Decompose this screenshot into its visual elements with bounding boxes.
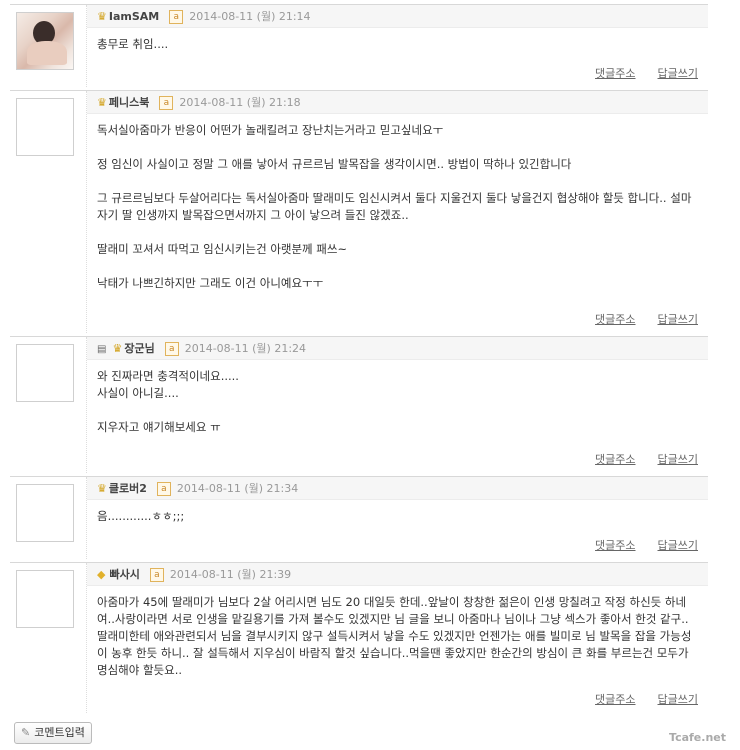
comment-text: 독서실아줌마가 반응이 어떤가 놀래킬려고 장난치는거라고 믿고싶네요ㅜ 정 임… bbox=[87, 114, 708, 292]
comment-line: 독서실아줌마가 반응이 어떤가 놀래킬려고 장난치는거라고 믿고싶네요ㅜ bbox=[97, 123, 444, 137]
comment-line: 낙태가 나쁘긴하지만 그래도 이건 아니예요ㅜㅜ bbox=[97, 276, 324, 290]
pencil-icon: ✎ bbox=[21, 726, 31, 739]
comment-line: 음............ㅎㅎ;;; bbox=[97, 509, 185, 523]
avatar[interactable] bbox=[16, 344, 74, 402]
comment-input-label: 코멘트입력 bbox=[34, 726, 85, 739]
comment-actions: 댓글주소 답글쓰기 bbox=[573, 451, 698, 467]
comment-header: ▤ ♛ 장군님 a 2014-08-11 (월) 21:24 bbox=[87, 337, 708, 360]
reply-link-button[interactable]: 댓글주소 bbox=[595, 67, 635, 80]
avatar[interactable] bbox=[16, 12, 74, 70]
comment-date: 2014-08-11 (월) 21:24 bbox=[184, 342, 307, 355]
author-name[interactable]: 장군님 bbox=[124, 342, 154, 355]
memo-icon[interactable]: ▤ bbox=[97, 339, 106, 361]
write-reply-button[interactable]: 답글쓰기 bbox=[658, 693, 698, 706]
level-icon: a bbox=[156, 481, 171, 496]
crown-icon: ♛ bbox=[97, 96, 107, 109]
crown-icon: ♛ bbox=[112, 342, 123, 355]
comment-date: 2014-08-11 (월) 21:18 bbox=[179, 96, 301, 109]
author-name[interactable]: 빠사시 bbox=[109, 568, 139, 581]
reply-link-button[interactable]: 댓글주소 bbox=[595, 453, 635, 466]
comment-body: ♛ 클로버2 a 2014-08-11 (월) 21:34 음............… bbox=[86, 477, 708, 559]
level-icon: a bbox=[169, 9, 184, 24]
level-icon: a bbox=[164, 341, 179, 356]
comment-line: 와 진짜라면 충격적이네요..... bbox=[97, 369, 239, 383]
comment-item: ♛ IamSAM a 2014-08-11 (월) 21:14 총무로 취임.... … bbox=[10, 4, 708, 87]
reply-link-button[interactable]: 댓글주소 bbox=[595, 693, 635, 706]
level-icon: a bbox=[159, 95, 174, 110]
reply-link-button[interactable]: 댓글주소 bbox=[595, 539, 635, 552]
comment-header: ♛ IamSAM a 2014-08-11 (월) 21:14 bbox=[87, 5, 708, 28]
write-reply-button[interactable]: 답글쓰기 bbox=[658, 67, 698, 80]
comment-line: 지우자고 얘기해보세요 ㅠ bbox=[97, 420, 221, 434]
comment-date: 2014-08-11 (월) 21:34 bbox=[176, 482, 299, 495]
comment-actions: 댓글주소 답글쓰기 bbox=[573, 537, 698, 553]
comment-header: ♛ 페니스북 a 2014-08-11 (월) 21:18 bbox=[87, 91, 708, 114]
comment-item: ♛ 클로버2 a 2014-08-11 (월) 21:34 음............… bbox=[10, 476, 708, 559]
avatar[interactable] bbox=[16, 570, 74, 628]
diamond-icon: ◆ bbox=[97, 568, 106, 581]
comment-actions: 댓글주소 답글쓰기 bbox=[573, 311, 698, 327]
comment-header: ♛ 클로버2 a 2014-08-11 (월) 21:34 bbox=[87, 477, 708, 500]
comment-text: 총무로 취임.... bbox=[87, 28, 708, 53]
author-name[interactable]: 클로버2 bbox=[109, 482, 147, 495]
comment-actions: 댓글주소 답글쓰기 bbox=[573, 65, 698, 81]
comment-body: ◆ 빠사시 a 2014-08-11 (월) 21:39 아줌마가 45에 딸래미가 … bbox=[86, 563, 708, 713]
comment-body: ♛ 페니스북 a 2014-08-11 (월) 21:18 독서실아줌마가 반응이 어… bbox=[86, 91, 708, 333]
comment-input-button[interactable]: ✎ 코멘트입력 bbox=[14, 722, 92, 744]
watermark: Tcafe.net bbox=[669, 731, 726, 744]
comment-line: 정 임신이 사실이고 정말 그 애를 낳아서 규르르님 발목잡을 생각이시면..… bbox=[97, 157, 572, 171]
author-name[interactable]: IamSAM bbox=[109, 10, 159, 23]
comment-body: ♛ IamSAM a 2014-08-11 (월) 21:14 총무로 취임.... … bbox=[86, 5, 708, 87]
comment-item: ▤ ♛ 장군님 a 2014-08-11 (월) 21:24 와 진짜라면 충격적이네요… bbox=[10, 336, 708, 473]
comment-line: 총무로 취임.... bbox=[97, 37, 169, 51]
reply-link-button[interactable]: 댓글주소 bbox=[595, 313, 635, 326]
crown-icon: ♛ bbox=[97, 10, 107, 23]
author-name[interactable]: 페니스북 bbox=[109, 96, 149, 109]
crown-icon: ♛ bbox=[97, 482, 107, 495]
comment-actions: 댓글주소 답글쓰기 bbox=[573, 691, 698, 707]
avatar[interactable] bbox=[16, 98, 74, 156]
write-reply-button[interactable]: 답글쓰기 bbox=[658, 313, 698, 326]
comment-text: 와 진짜라면 충격적이네요..... 사실이 아니길.... 지우자고 얘기해보… bbox=[87, 360, 708, 436]
avatar[interactable] bbox=[16, 484, 74, 542]
comment-line: 딸래미 꼬셔서 따먹고 임신시키는건 아랫분께 패쓰~ bbox=[97, 242, 348, 256]
write-reply-button[interactable]: 답글쓰기 bbox=[658, 453, 698, 466]
comment-line: 아줌마가 45에 딸래미가 님보다 2살 어리시면 님도 20 대일듯 한데..… bbox=[97, 595, 692, 677]
comment-line: 사실이 아니길.... bbox=[97, 386, 179, 400]
comment-text: 아줌마가 45에 딸래미가 님보다 2살 어리시면 님도 20 대일듯 한데..… bbox=[87, 586, 708, 679]
level-icon: a bbox=[149, 567, 164, 582]
comment-body: ▤ ♛ 장군님 a 2014-08-11 (월) 21:24 와 진짜라면 충격적이네요… bbox=[86, 337, 708, 473]
comment-header: ◆ 빠사시 a 2014-08-11 (월) 21:39 bbox=[87, 563, 708, 586]
comment-date: 2014-08-11 (월) 21:14 bbox=[189, 10, 311, 23]
comment-date: 2014-08-11 (월) 21:39 bbox=[169, 568, 292, 581]
write-reply-button[interactable]: 답글쓰기 bbox=[658, 539, 698, 552]
comment-text: 음............ㅎㅎ;;; bbox=[87, 500, 708, 525]
comment-item: ◆ 빠사시 a 2014-08-11 (월) 21:39 아줌마가 45에 딸래미가 … bbox=[10, 562, 708, 713]
comment-item: ♛ 페니스북 a 2014-08-11 (월) 21:18 독서실아줌마가 반응이 어… bbox=[10, 90, 708, 333]
comment-line: 그 규르르님보다 두살어리다는 독서실아줌마 딸래미도 임신시켜서 둘다 지울건… bbox=[97, 191, 692, 222]
